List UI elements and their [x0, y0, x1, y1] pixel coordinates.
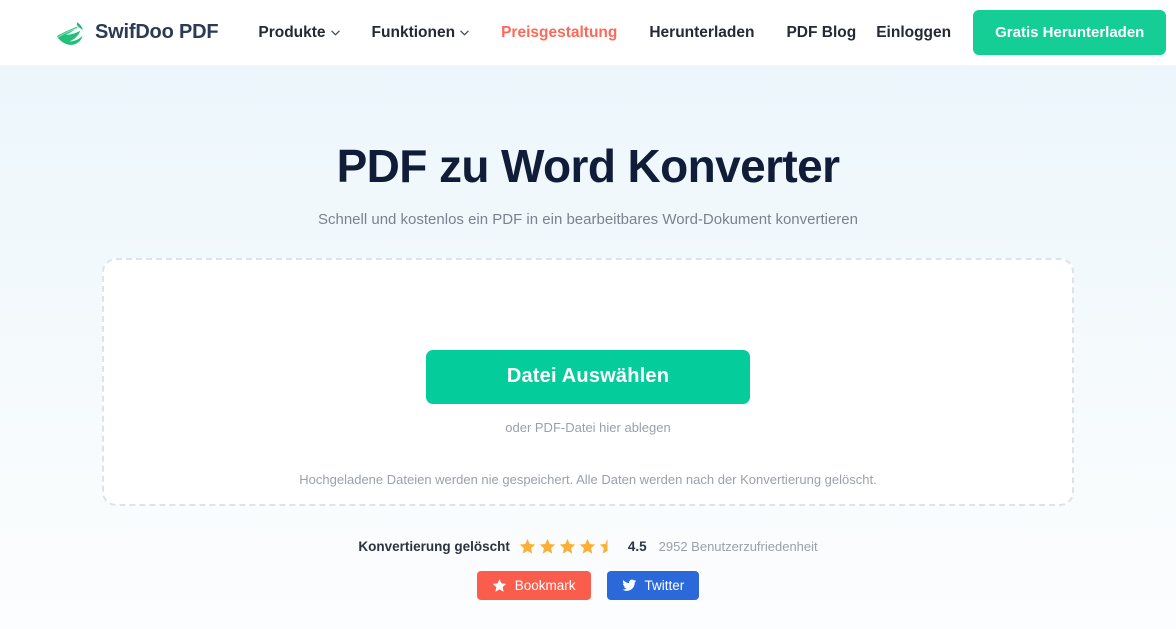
- privacy-note: Hochgeladene Dateien werden nie gespeich…: [299, 471, 877, 487]
- site-header: SwifDoo PDF Produkte Funktionen Preisges…: [0, 0, 1176, 65]
- star-icon-full: [539, 538, 556, 554]
- star-icon-full: [559, 538, 576, 554]
- rating-label: Konvertierung gelöscht: [358, 538, 510, 554]
- main-navigation: Produkte Funktionen Preisgestaltung Heru…: [242, 18, 872, 48]
- file-dropzone[interactable]: Datei Auswählen oder PDF-Datei hier able…: [102, 257, 1074, 506]
- bookmark-button-label: Bookmark: [514, 577, 576, 593]
- bookmark-button[interactable]: Bookmark: [476, 570, 591, 600]
- login-link[interactable]: Einloggen: [872, 18, 955, 48]
- chevron-down-icon: [330, 30, 340, 35]
- page-title: PDF zu Word Konverter: [336, 140, 840, 192]
- rating-row: Konvertierung gelöscht 4.5 2952 Benutzer…: [0, 538, 1176, 555]
- twitter-button-label: Twitter: [644, 577, 685, 593]
- free-download-button[interactable]: Gratis Herunterladen: [973, 10, 1167, 55]
- nav-item-label: Herunterladen: [649, 23, 755, 41]
- twitter-bird-icon: [621, 579, 636, 591]
- star-icon-full: [519, 538, 536, 554]
- star-icon-full: [579, 538, 596, 554]
- swallow-bird-logo-icon: [56, 21, 83, 45]
- nav-item-label: Preisgestaltung: [501, 23, 618, 41]
- nav-item-preisgestaltung[interactable]: Preisgestaltung: [485, 18, 633, 48]
- hero-section: PDF zu Word Konverter Schnell und kosten…: [0, 65, 1176, 228]
- share-row: Bookmark Twitter: [0, 570, 1176, 600]
- nav-item-herunterladen[interactable]: Herunterladen: [633, 18, 770, 48]
- nav-item-pdf-blog[interactable]: PDF Blog: [770, 18, 872, 48]
- nav-item-label: Produkte: [258, 23, 326, 41]
- twitter-button[interactable]: Twitter: [606, 570, 700, 600]
- nav-item-label: Funktionen: [371, 23, 456, 41]
- select-file-button[interactable]: Datei Auswählen: [426, 349, 750, 404]
- drop-hint-text: oder PDF-Datei hier ablegen: [505, 419, 671, 435]
- nav-item-funktionen[interactable]: Funktionen: [356, 18, 486, 48]
- page-subtitle: Schnell und kostenlos ein PDF in ein bea…: [317, 210, 858, 228]
- star-rating[interactable]: [519, 538, 616, 555]
- nav-item-produkte[interactable]: Produkte: [242, 18, 355, 48]
- star-icon-half: [599, 538, 608, 554]
- star-icon: [492, 578, 506, 592]
- header-actions: Einloggen Gratis Herunterladen: [872, 10, 1167, 55]
- nav-item-label: PDF Blog: [786, 23, 857, 41]
- rating-count: 2952 Benutzerzufriedenheit: [658, 538, 818, 554]
- chevron-down-icon: [460, 30, 469, 35]
- brand-name: SwifDoo PDF: [95, 21, 219, 43]
- rating-score: 4.5: [627, 538, 647, 554]
- brand-logo-link[interactable]: SwifDoo PDF: [56, 20, 219, 46]
